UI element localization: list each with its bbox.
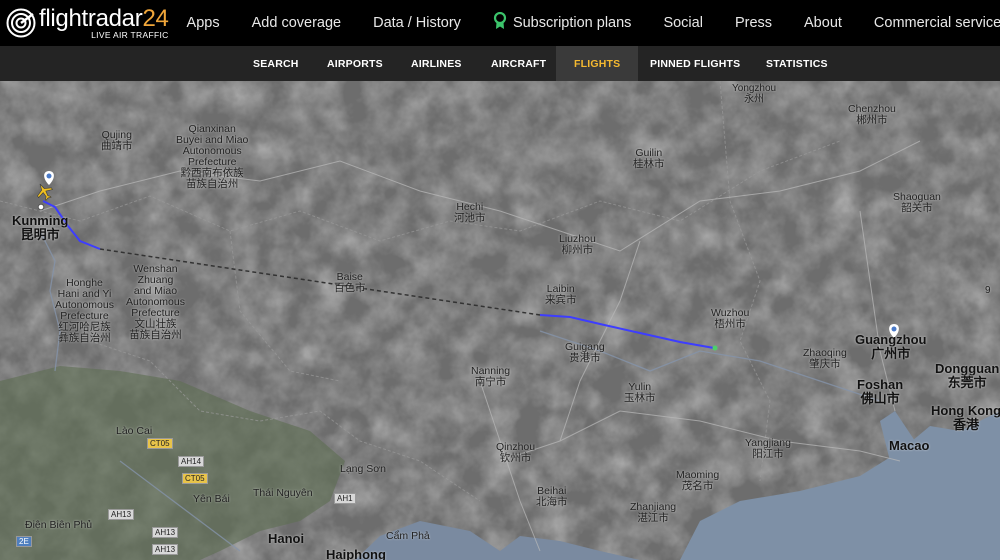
radar-logo-icon	[6, 8, 36, 38]
label-wenshan: Wenshan Zhuang and Miao Autonomous Prefe…	[126, 263, 185, 341]
nav-apps[interactable]: Apps	[187, 0, 220, 46]
secondary-navigation-bar: SEARCH AIRPORTS AIRLINES AIRCRAFT FLIGHT…	[0, 46, 1000, 81]
label-yulin: Yulin 玉林市	[624, 381, 656, 404]
nav-social[interactable]: Social	[663, 0, 703, 46]
label-lang-son: Lạng Sơn	[340, 463, 387, 475]
nav-add-coverage-label: Add coverage	[251, 15, 342, 31]
label-dien-bien-phu: Điện Biên Phủ	[25, 519, 93, 531]
label-guangzhou: Guangzhou 广州市	[855, 332, 927, 361]
brand-tagline: LIVE AIR TRAFFIC	[91, 29, 169, 40]
label-foshan: Foshan 佛山市	[857, 377, 904, 406]
road-shield-ah13-2: AH13	[152, 527, 179, 538]
label-haiphong: Haiphong	[326, 547, 386, 560]
road-shield-ah14: AH14	[178, 456, 205, 467]
brand-name: flightradar24	[39, 4, 169, 32]
road-shield-ah1: AH1	[334, 493, 356, 504]
nav-data-history[interactable]: Data / History	[373, 0, 461, 46]
road-shield-ct05-2: CT05	[182, 473, 208, 484]
flightradar24-logo[interactable]: flightradar24 LIVE AIR TRAFFIC	[6, 0, 169, 46]
subnav-aircraft[interactable]: AIRCRAFT	[491, 46, 546, 81]
top-navigation-bar: flightradar24 LIVE AIR TRAFFIC Apps Add …	[0, 0, 1000, 46]
label-macao: Macao	[889, 438, 930, 453]
label-dongguan: Dongguan 东莞市	[935, 361, 1000, 390]
subnav-aircraft-label: AIRCRAFT	[491, 57, 547, 70]
label-wuzhou: Wuzhou 梧州市	[711, 307, 750, 330]
label-beihai: Beihai 北海市	[536, 485, 568, 508]
kunming-city-dot	[37, 203, 45, 211]
subnav-flights-label: FLIGHTS	[574, 57, 621, 70]
subnav-search-label: SEARCH	[253, 57, 299, 70]
label-hechi: Hechi 河池市	[454, 201, 486, 224]
nav-data-history-label: Data / History	[373, 15, 461, 31]
label-qujing: Qujing 曲靖市	[101, 129, 133, 152]
flight-map[interactable]: Yongzhou 永州 Chenzhou 郴州市 Qujing 曲靖市 Qian…	[0, 81, 1000, 560]
nav-about-label: About	[804, 15, 842, 31]
nav-commercial-services[interactable]: Commercial services	[874, 0, 1000, 46]
subnav-airlines-label: AIRLINES	[411, 57, 462, 70]
road-shield-ah13-3: AH13	[152, 544, 179, 555]
label-yen-bai: Yên Bái	[193, 493, 230, 505]
aircraft-position-marker[interactable]	[712, 345, 718, 351]
nav-commercial-services-label: Commercial services	[873, 15, 1000, 31]
road-shield-2e: 2E	[16, 536, 32, 547]
road-shield-ct05: CT05	[147, 438, 173, 449]
nav-about[interactable]: About	[804, 0, 842, 46]
label-cam-pha: Cẩm Phả	[386, 530, 430, 542]
label-nanning: Nanning 南宁市	[471, 365, 511, 388]
label-nine: 9	[985, 285, 991, 296]
subnav-flights[interactable]: FLIGHTS	[556, 46, 639, 81]
subnav-airports-label: AIRPORTS	[327, 57, 383, 70]
label-lao-cai: Lào Cai	[116, 425, 153, 437]
main-menu: Apps Add coverage Data / History Subscri…	[187, 0, 1000, 46]
label-laibin: Laibin 来宾市	[545, 283, 577, 306]
award-icon	[493, 11, 507, 34]
road-shield-ah13: AH13	[108, 509, 135, 520]
nav-social-label: Social	[663, 15, 703, 31]
nav-subscription-plans[interactable]: Subscription plans	[493, 0, 632, 46]
label-guigang: Guigang 贵港市	[565, 341, 605, 364]
label-yangjiang: Yangjiang 阳江市	[745, 437, 791, 460]
nav-subscription-plans-label: Subscription plans	[512, 15, 632, 31]
subnav-search[interactable]: SEARCH	[253, 46, 299, 81]
nav-apps-label: Apps	[186, 15, 220, 31]
label-qinzhou: Qinzhou 钦州市	[496, 441, 536, 464]
nav-press[interactable]: Press	[735, 0, 772, 46]
label-hong-kong: Hong Kong 香港	[931, 403, 1000, 432]
nav-press-label: Press	[734, 15, 773, 31]
label-honghe: Honghe Hani and Yi Autonomous Prefecture…	[55, 277, 114, 344]
label-qianxinan: Qianxinan Buyei and Miao Autonomous Pref…	[176, 123, 249, 190]
label-yongzhou: Yongzhou 永州	[732, 83, 777, 105]
label-hanoi: Hanoi	[268, 531, 305, 546]
label-baise: Baise 百色市	[334, 271, 366, 294]
subnav-statistics-label: STATISTICS	[766, 57, 828, 70]
label-liuzhou: Liuzhou 柳州市	[559, 233, 596, 256]
nav-add-coverage[interactable]: Add coverage	[252, 0, 341, 46]
label-shaoguan: Shaoguan 韶关市	[893, 191, 941, 214]
label-kunming: Kunming 昆明市	[12, 213, 69, 242]
subnav-pinned-flights-label: PINNED FLIGHTS	[650, 57, 741, 70]
label-zhanjiang: Zhanjiang 湛江市	[630, 501, 677, 524]
label-maoming: Maoming 茂名市	[676, 469, 720, 492]
label-guilin: Guilin 桂林市	[633, 147, 665, 170]
subnav-pinned-flights[interactable]: PINNED FLIGHTS	[650, 46, 740, 81]
label-chenzhou: Chenzhou 郴州市	[848, 103, 896, 126]
subnav-airports[interactable]: AIRPORTS	[327, 46, 383, 81]
label-zhaoqing: Zhaoqing 肇庆市	[803, 347, 847, 370]
subnav-statistics[interactable]: STATISTICS	[766, 46, 828, 81]
subnav-airlines[interactable]: AIRLINES	[411, 46, 462, 81]
label-thai-nguyen: Thái Nguyên	[253, 487, 313, 499]
